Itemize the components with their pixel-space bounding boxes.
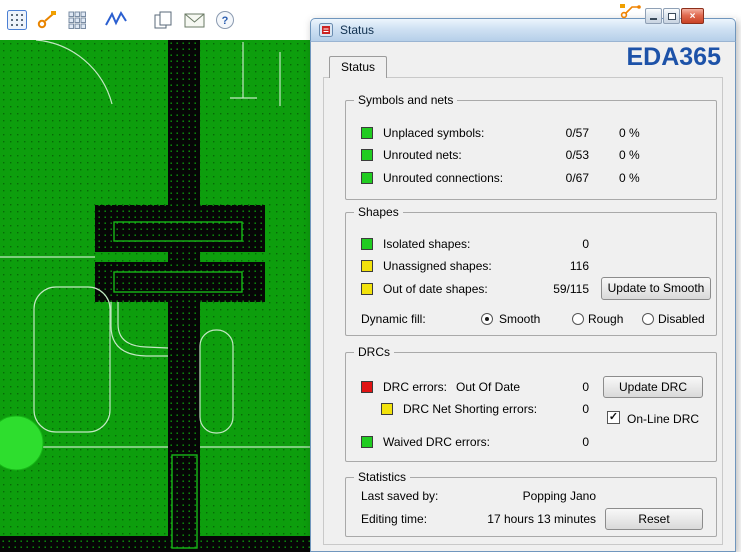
status-dialog: Status EDA365 Status Symbols and nets Un… [310,18,736,552]
unrouted-connections-pct: 0 % [619,171,640,185]
tab-status[interactable]: Status [329,56,387,78]
unplaced-symbols-value: 0/57 [489,126,589,140]
radio-smooth-label[interactable]: Smooth [499,312,540,326]
waived-drc-label: Waived DRC errors: [383,435,490,449]
radio-disabled-label[interactable]: Disabled [658,312,705,326]
unrouted-connections-label: Unrouted connections: [383,171,503,185]
online-drc-label[interactable]: On-Line DRC [627,412,699,426]
last-saved-by-label: Last saved by: [361,489,438,503]
waived-drc-value: 0 [489,435,589,449]
last-saved-by-value: Popping Jano [466,489,596,503]
unplaced-symbols-pct: 0 % [619,126,640,140]
close-button[interactable]: × [681,8,704,24]
group-title: Shapes [354,205,403,219]
svg-text:?: ? [222,15,229,27]
out-of-date-shapes-value: 59/115 [489,282,589,296]
update-drc-button[interactable]: Update DRC [603,376,703,398]
waveform-icon[interactable] [104,7,130,33]
editing-time-value: 17 hours 13 minutes [466,512,596,526]
out-of-date-shapes-label: Out of date shapes: [383,282,488,296]
app-grid-icon[interactable] [4,7,30,33]
status-led-drc-errors [361,381,373,393]
status-led-net-shorting [381,403,393,415]
pad-grid-icon[interactable] [64,7,90,33]
unplaced-symbols-label: Unplaced symbols: [383,126,484,140]
unrouted-nets-label: Unrouted nets: [383,148,462,162]
brand-logo: EDA365 [627,43,722,72]
eda-orange-logo-icon [618,2,644,25]
restore-icon [668,13,676,20]
status-led-unrouted-nets [361,149,373,161]
dialog-title: Status [340,23,374,37]
pcb-art [0,40,310,552]
isolated-shapes-label: Isolated shapes: [383,237,470,251]
radio-rough-label[interactable]: Rough [588,312,623,326]
unassigned-shapes-label: Unassigned shapes: [383,259,492,273]
update-to-smooth-button[interactable]: Update to Smooth [601,277,711,300]
group-title: DRCs [354,345,394,359]
radio-disabled[interactable] [642,313,654,325]
status-led-unplaced-symbols [361,127,373,139]
unassigned-shapes-value: 116 [489,259,589,273]
pcb-canvas[interactable] [0,40,310,552]
copy-icon[interactable] [150,7,176,33]
status-led-out-of-date-shapes [361,283,373,295]
group-title: Statistics [354,470,410,484]
status-led-isolated-shapes [361,238,373,250]
dynamic-fill-label: Dynamic fill: [361,312,426,326]
close-icon: × [690,11,696,22]
reset-button[interactable]: Reset [605,508,703,530]
help-icon[interactable]: ? [212,7,238,33]
minimize-icon [650,18,657,20]
net-shorting-value: 0 [489,402,589,416]
radio-rough[interactable] [572,313,584,325]
isolated-shapes-value: 0 [489,237,589,251]
minimize-button[interactable] [645,8,662,24]
status-led-unrouted-connections [361,172,373,184]
unrouted-connections-value: 0/67 [489,171,589,185]
editing-time-label: Editing time: [361,512,427,526]
dialog-body: EDA365 Status Symbols and nets Unplaced … [310,42,736,552]
online-drc-checkbox[interactable] [607,411,620,424]
status-led-unassigned-shapes [361,260,373,272]
group-title: Symbols and nets [354,93,457,107]
app-window: ? [0,0,741,552]
drc-errors-value: 0 [489,380,589,394]
restore-button[interactable] [663,8,680,24]
dialog-icon [319,23,333,37]
probe-tool-icon[interactable] [34,7,60,33]
unrouted-nets-value: 0/53 [489,148,589,162]
unrouted-nets-pct: 0 % [619,148,640,162]
radio-smooth[interactable] [481,313,493,325]
drc-errors-label: DRC errors: [383,380,447,394]
mail-icon[interactable] [182,7,208,33]
status-led-waived-drc [361,436,373,448]
